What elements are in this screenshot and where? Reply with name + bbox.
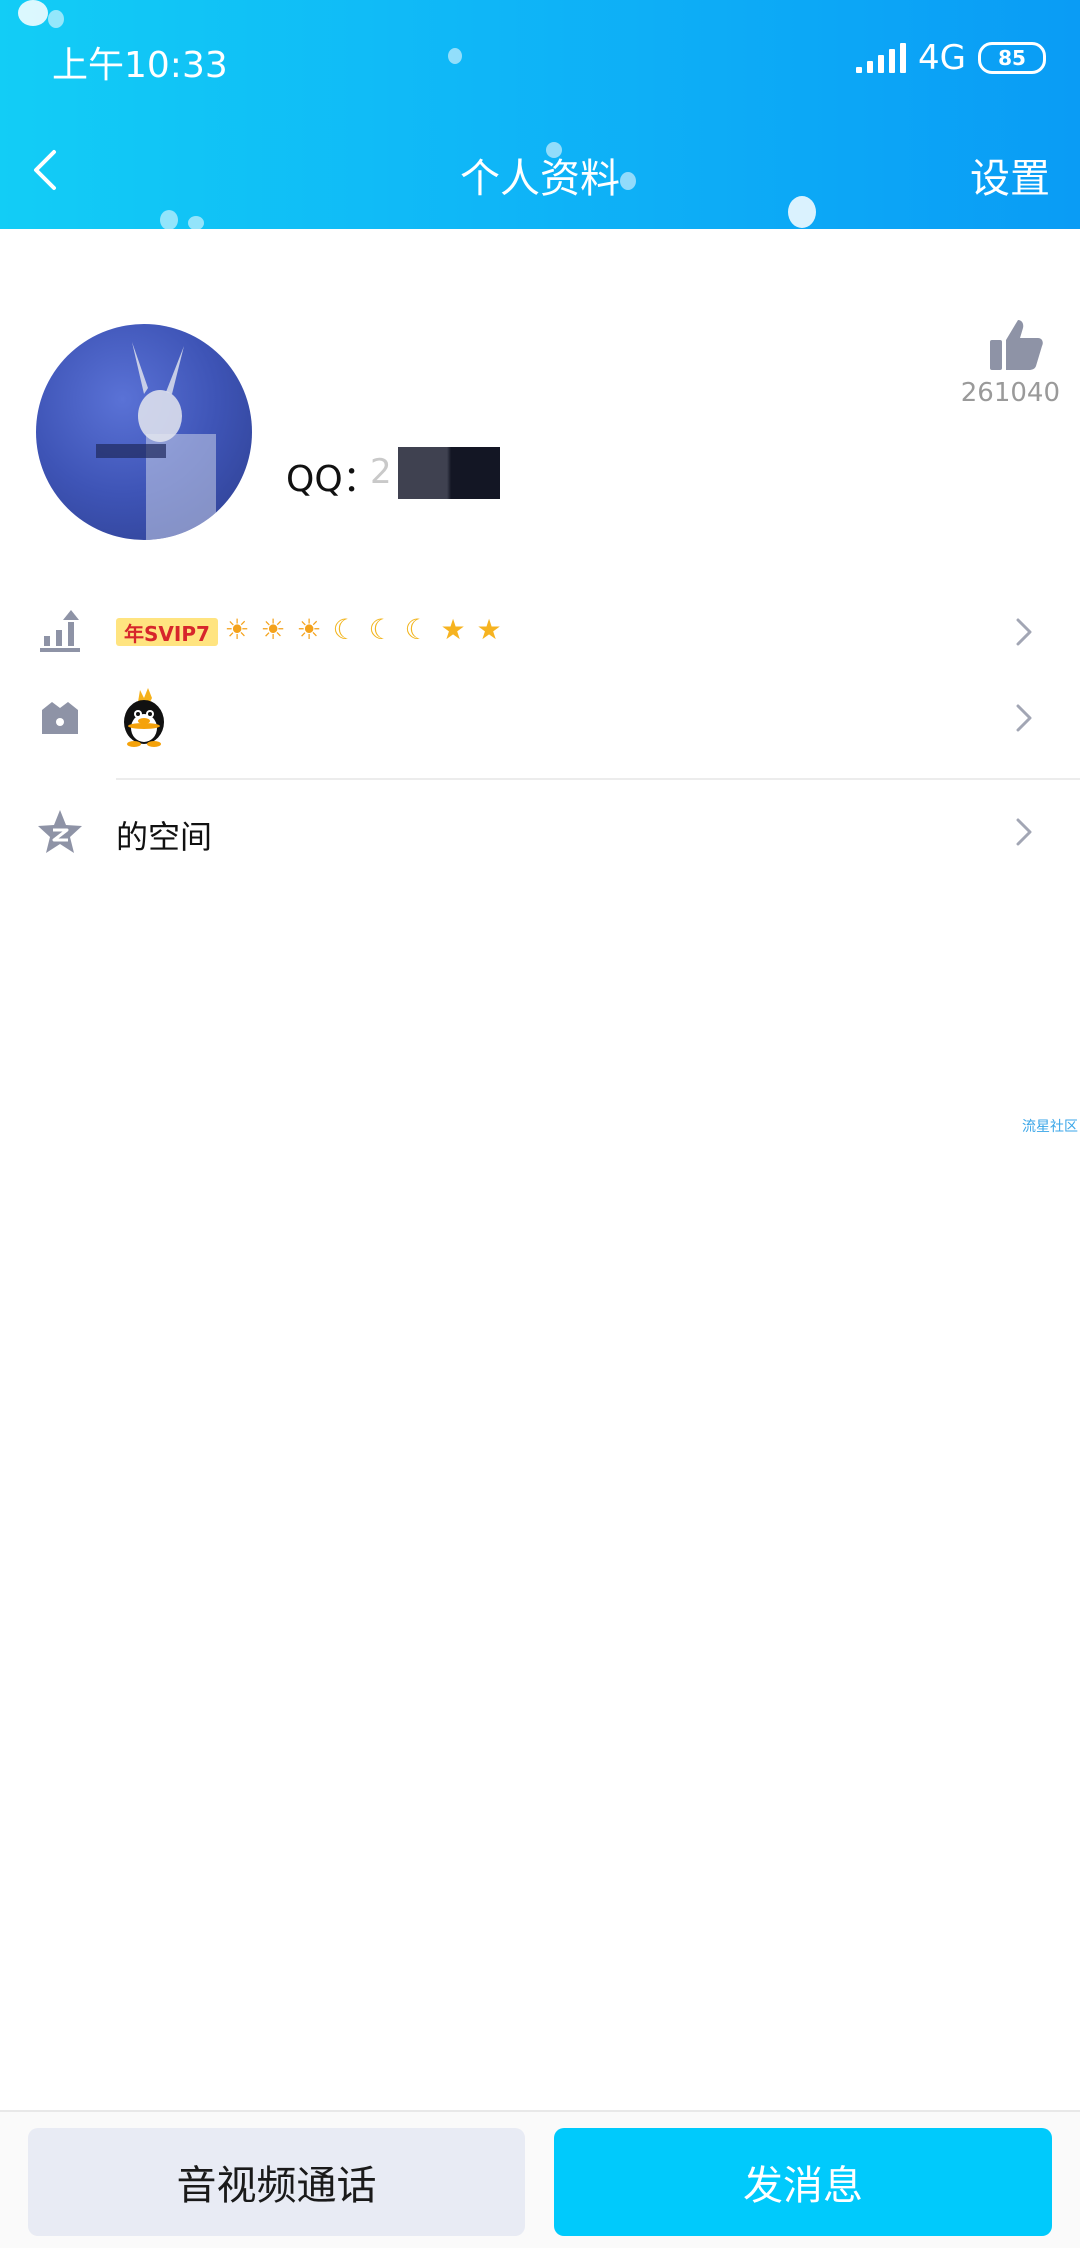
network-label: 4G — [918, 38, 966, 78]
battery-icon: 85 — [978, 42, 1046, 74]
decor-bubble — [18, 0, 48, 26]
page-title: 个人资料 — [460, 156, 620, 202]
vip-level-row[interactable]: 年SVIP7 ☀ ☀ ☀ ☾ ☾ ☾ ★ ★ — [0, 590, 1080, 674]
like-count: 261040 — [960, 378, 1060, 408]
qq-penguin-icon — [124, 688, 164, 747]
settings-button[interactable]: 设置 — [970, 146, 1050, 204]
divider — [116, 778, 1080, 780]
header-bar: 上午10:33 4G 85 个人资料 设置 — [0, 0, 1080, 229]
decor-bubble — [448, 48, 462, 64]
qzone-label: 的空间 — [116, 818, 213, 856]
thumbs-up-icon[interactable] — [986, 316, 1044, 374]
decor-bubble — [48, 10, 64, 28]
chevron-right-icon — [1016, 618, 1032, 646]
sun-icon: ☀ — [224, 613, 250, 646]
svip-badge: 年SVIP7 — [116, 618, 218, 646]
moon-icon: ☾ — [332, 613, 358, 646]
qq-label: QQ： — [286, 459, 379, 500]
decor-bubble — [160, 210, 178, 229]
moon-icon: ☾ — [368, 613, 394, 646]
battery-level: 85 — [998, 46, 1026, 70]
avatar-image — [96, 342, 216, 540]
qq-number-mask — [398, 447, 500, 499]
qq-show-row[interactable] — [0, 676, 1080, 760]
sun-icon: ☀ — [296, 613, 322, 646]
level-up-icon — [40, 610, 80, 652]
chevron-right-icon — [1016, 818, 1032, 846]
watermark: 流星社区 — [1022, 1119, 1078, 1135]
sun-icon: ☀ — [260, 613, 286, 646]
decor-bubble — [188, 216, 204, 229]
status-time: 上午10:33 — [52, 45, 228, 86]
crown-icon — [42, 702, 78, 734]
avatar[interactable] — [36, 324, 252, 540]
level-icons: ☀ ☀ ☀ ☾ ☾ ☾ ★ ★ — [222, 614, 504, 646]
moon-icon: ☾ — [404, 613, 430, 646]
video-call-button[interactable]: 音视频通话 — [28, 2128, 525, 2236]
bottom-action-bar: 音视频通话 发消息 — [0, 2110, 1080, 2248]
qzone-star-icon — [38, 810, 82, 853]
chevron-right-icon — [1016, 704, 1032, 732]
qzone-row[interactable]: 的空间 — [0, 790, 1080, 874]
star-icon: ★ — [440, 613, 466, 646]
status-icons: 4G 85 — [856, 38, 1046, 78]
signal-icon — [856, 43, 907, 73]
send-message-button[interactable]: 发消息 — [554, 2128, 1052, 2236]
star-icon: ★ — [476, 613, 502, 646]
